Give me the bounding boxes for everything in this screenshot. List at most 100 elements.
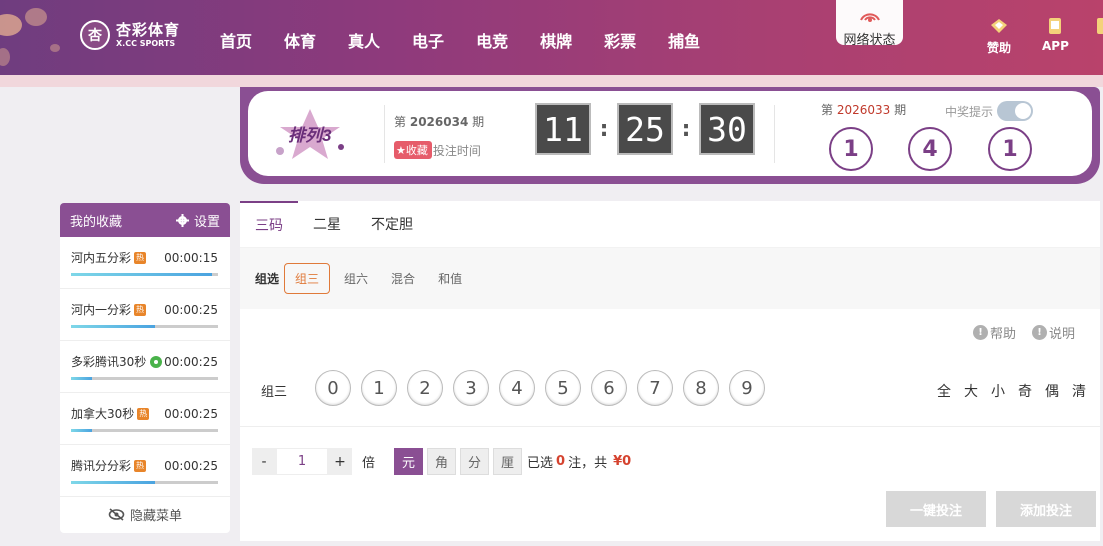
favorite-label: 收藏: [405, 144, 428, 157]
favorite-countdown: 00:00:25: [164, 406, 218, 421]
subtab-group-three[interactable]: 组三: [284, 263, 331, 294]
favorite-item[interactable]: 河内五分彩热 00:00:15: [60, 237, 230, 289]
favorite-item[interactable]: 加拿大30秒热 00:00:25: [60, 393, 230, 445]
quick-all[interactable]: 全: [937, 381, 951, 401]
quick-clear[interactable]: 清: [1072, 381, 1086, 401]
favorite-name: 加拿大30秒: [71, 407, 135, 421]
unit-fen-button[interactable]: 分: [460, 448, 490, 475]
number-ball-3[interactable]: 3: [453, 370, 489, 406]
prev-issue-prefix: 第: [821, 103, 834, 117]
number-picker: 0 1 2 3 4 5 6 7 8 9: [315, 370, 775, 406]
gear-icon: [175, 213, 189, 227]
nav-esports[interactable]: 电竞: [476, 28, 508, 52]
progress-bar: [71, 325, 218, 328]
hot-icon: 热: [134, 459, 147, 472]
decor-blob: [50, 44, 60, 52]
deadline-label: 投注时间: [432, 143, 481, 158]
number-ball-2[interactable]: 2: [407, 370, 443, 406]
favorite-name: 河内五分彩: [71, 251, 132, 265]
site-logo[interactable]: 杏 杏彩体育 X.CC SPORTS: [80, 20, 180, 50]
favorites-sidebar: 我的收藏 设置 河内五分彩热 00:00:15 河内一分彩热 00:00:25 多彩…: [60, 203, 230, 533]
win-notice-toggle[interactable]: [997, 101, 1034, 121]
divider: [384, 105, 385, 163]
favorite-countdown: 00:00:25: [164, 354, 218, 369]
more-link-partial[interactable]: [1096, 17, 1103, 39]
number-ball-0[interactable]: 0: [315, 370, 351, 406]
progress-fill: [71, 325, 155, 328]
bet-settings: - 1 + 倍 元 角 分 厘 已选 0 注，共 ¥0: [252, 448, 634, 475]
number-ball-1[interactable]: 1: [361, 370, 397, 406]
divider: [774, 105, 775, 163]
sponsor-link[interactable]: 赞助: [987, 17, 1011, 56]
network-status-label: 网络状态: [843, 33, 896, 48]
favorites-header: 我的收藏 设置: [60, 203, 230, 237]
progress-fill: [71, 377, 92, 380]
settings-button[interactable]: 设置: [175, 211, 220, 230]
favorite-button[interactable]: ★收藏: [394, 141, 432, 159]
previous-issue: 第 2026033 期: [821, 101, 906, 118]
more-icon: [1097, 18, 1103, 34]
quick-big[interactable]: 大: [964, 381, 978, 401]
one-click-bet-button[interactable]: 一键投注: [886, 491, 986, 527]
progress-fill: [71, 429, 92, 432]
quick-small[interactable]: 小: [991, 381, 1005, 401]
app-label: APP: [1042, 39, 1069, 53]
nav-sports[interactable]: 体育: [284, 28, 316, 52]
tab-two-star[interactable]: 二星: [298, 201, 356, 248]
unit-li-button[interactable]: 厘: [493, 448, 523, 475]
progress-bar: [71, 377, 218, 380]
quick-odd[interactable]: 奇: [1018, 381, 1032, 401]
help-link[interactable]: ! 帮助: [972, 323, 1016, 342]
timer-hours: 11: [535, 103, 591, 155]
hot-icon: 热: [134, 251, 147, 264]
favorite-item[interactable]: 河内一分彩热 00:00:25: [60, 289, 230, 341]
tab-three-code[interactable]: 三码: [240, 200, 298, 248]
nav-home[interactable]: 首页: [220, 28, 252, 52]
quick-even[interactable]: 偶: [1045, 381, 1059, 401]
subtab-group-six[interactable]: 组六: [344, 270, 368, 287]
issue-suffix: 期: [472, 115, 485, 129]
explain-link[interactable]: ! 说明: [1031, 323, 1075, 342]
timer-minutes: 25: [617, 103, 673, 155]
tab-no-fixed[interactable]: 不定胆: [356, 201, 428, 248]
logo-mark-icon: 杏: [80, 20, 110, 50]
number-ball-8[interactable]: 8: [683, 370, 719, 406]
app-link[interactable]: APP: [1042, 17, 1069, 53]
subtab-sum[interactable]: 和值: [438, 270, 462, 287]
unit-jiao-button[interactable]: 角: [427, 448, 457, 475]
nav-cards[interactable]: 棋牌: [540, 28, 572, 52]
number-ball-5[interactable]: 5: [545, 370, 581, 406]
favorite-name: 多彩腾讯30秒: [71, 355, 147, 369]
progress-fill: [71, 273, 213, 276]
favorite-item[interactable]: 腾讯分分彩热 00:00:25: [60, 445, 230, 497]
subtab-mixed[interactable]: 混合: [391, 270, 415, 287]
help-label: 帮助: [989, 327, 1016, 342]
issue-number: 2026034: [409, 115, 469, 129]
progress-bar: [71, 429, 218, 432]
number-ball-7[interactable]: 7: [637, 370, 673, 406]
sponsor-label: 赞助: [987, 41, 1012, 55]
number-ball-4[interactable]: 4: [499, 370, 535, 406]
divider: [240, 426, 1100, 427]
add-bet-button[interactable]: 添加投注: [996, 491, 1096, 527]
timer-colon: :: [681, 116, 691, 142]
nav-slots[interactable]: 电子: [412, 28, 444, 52]
nav-live[interactable]: 真人: [348, 28, 380, 52]
favorite-name: 河内一分彩: [71, 303, 132, 317]
nav-lottery[interactable]: 彩票: [604, 28, 636, 52]
hide-menu-button[interactable]: 隐藏菜单: [60, 497, 230, 532]
help-bar: ! 帮助 ! 说明: [957, 323, 1075, 342]
quick-select: 全 大 小 奇 偶 清: [924, 381, 1086, 401]
multiplier-increment-button[interactable]: +: [328, 448, 352, 475]
sub-play-tabs: 组选 组三 组六 混合 和值: [240, 248, 1100, 309]
number-ball-9[interactable]: 9: [729, 370, 765, 406]
network-status-button[interactable]: 网络状态: [836, 0, 903, 48]
nav-fishing[interactable]: 捕鱼: [668, 28, 700, 52]
multiplier-decrement-button[interactable]: -: [252, 448, 276, 475]
unit-yuan-button[interactable]: 元: [394, 448, 424, 475]
multiplier-input[interactable]: 1: [276, 448, 328, 475]
number-ball-6[interactable]: 6: [591, 370, 627, 406]
decor-blob: [0, 48, 10, 66]
favorite-item[interactable]: 多彩腾讯30秒 00:00:25: [60, 341, 230, 393]
decor-blob: [25, 8, 47, 26]
